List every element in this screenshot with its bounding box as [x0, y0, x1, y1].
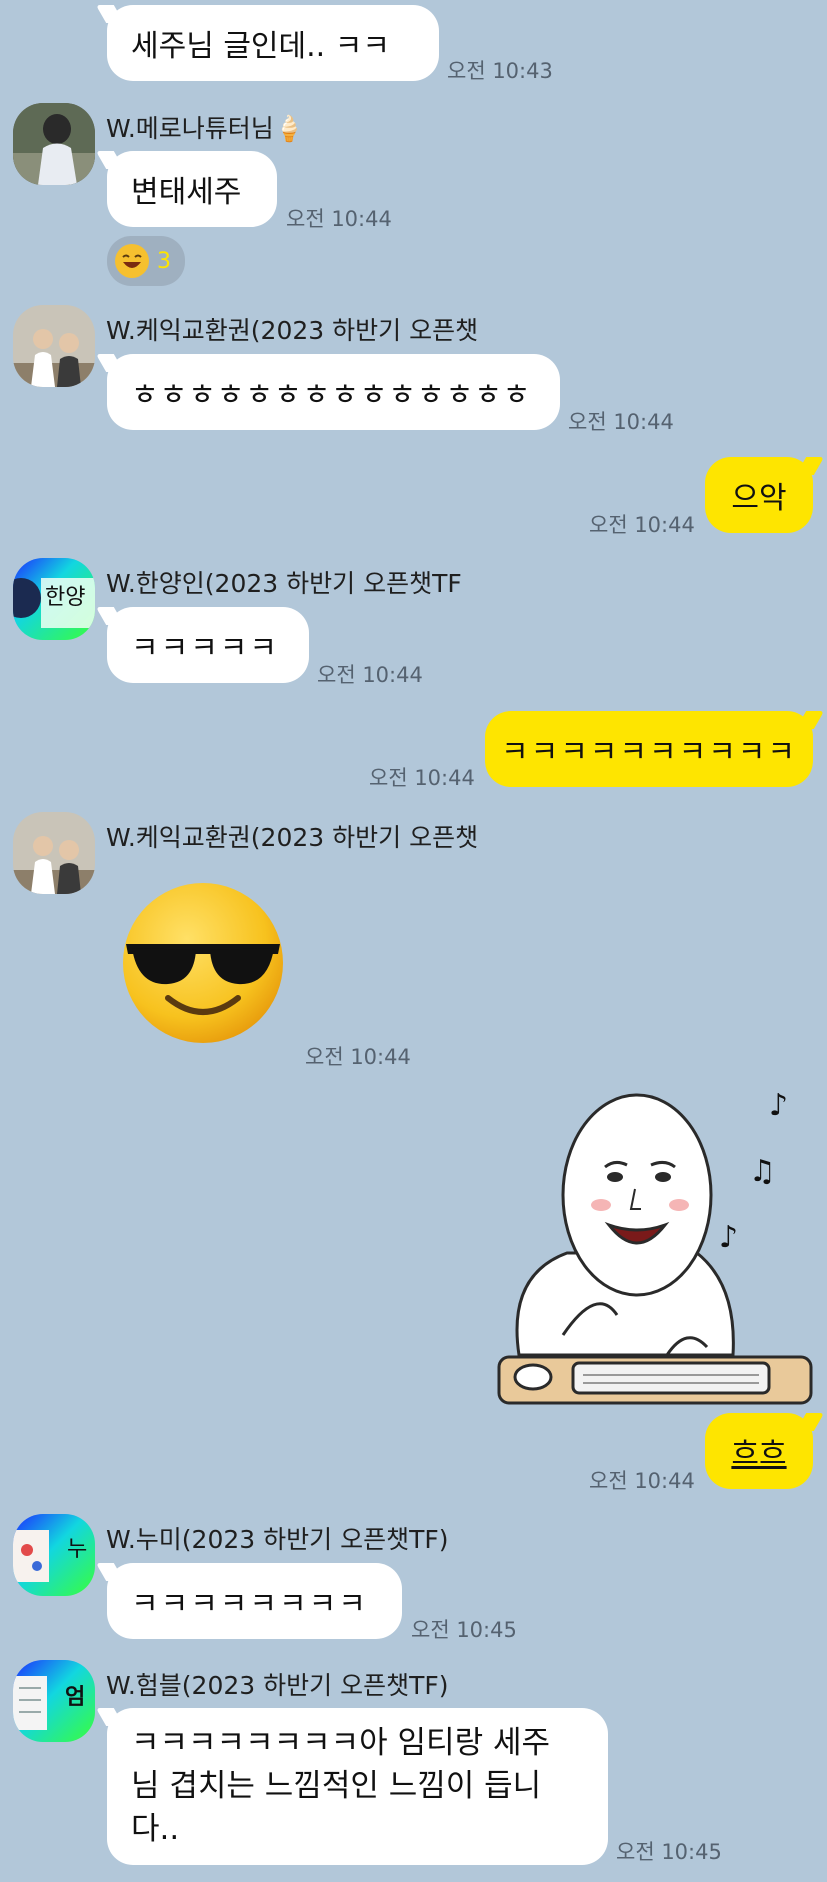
svg-text:한양: 한양 — [45, 585, 85, 610]
sender-name: W.한양인(2023 하반기 오픈챗TF — [106, 569, 462, 598]
sender-name: W.누미(2023 하반기 오픈챗TF) — [106, 1525, 449, 1554]
reaction-count: 3 — [157, 248, 171, 274]
message-bubble[interactable]: ㅋㅋㅋㅋㅋ — [107, 607, 309, 683]
message-text: ㅋㅋㅋㅋㅋㅋㅋㅋㅋㅋ — [501, 735, 797, 770]
message-bubble-outgoing[interactable]: ㅋㅋㅋㅋㅋㅋㅋㅋㅋㅋ — [485, 711, 813, 787]
svg-text:♪: ♪ — [769, 1088, 788, 1123]
message-time: 오전 10:45 — [411, 1618, 517, 1642]
message-text: 세주님 글인데.. ㅋㅋ — [131, 29, 390, 64]
message-text-line: ㅋㅋㅋㅋㅋㅋㅋㅋ아 임티랑 세주 — [131, 1725, 550, 1761]
svg-text:♪: ♪ — [719, 1220, 738, 1255]
message-bubble[interactable]: 변태세주 — [107, 151, 277, 227]
avatar-photo-icon: 한양 — [13, 558, 95, 640]
message-time: 오전 10:44 — [317, 663, 423, 687]
svg-text:♫: ♫ — [749, 1154, 776, 1189]
avatar[interactable]: 한양 — [13, 558, 95, 640]
svg-text:엄: 엄 — [65, 1685, 85, 1710]
message-text: ㅋㅋㅋㅋㅋㅋㅋㅋ — [131, 1587, 368, 1622]
avatar-photo-icon: 누 — [13, 1514, 95, 1596]
avatar-photo-icon: 엄 — [13, 1660, 95, 1742]
avatar[interactable] — [13, 812, 95, 894]
svg-text:누: 누 — [67, 1537, 87, 1562]
sender-name: W.메로나튜터님🍦 — [106, 114, 305, 143]
avatar[interactable]: 누 — [13, 1514, 95, 1596]
message-time: 오전 10:44 — [305, 1045, 411, 1069]
avatar-photo-icon — [13, 812, 95, 894]
message-time: 오전 10:44 — [589, 513, 695, 537]
message-bubble-outgoing[interactable]: 흐흐 — [705, 1413, 813, 1489]
message-text: 흐흐 — [731, 1437, 787, 1472]
avatar-photo-icon — [13, 305, 95, 387]
message-text-line: 님 겹치는 느낌적인 느낌이 듭니 — [131, 1768, 542, 1804]
message-text: ㅋㅋㅋㅋㅋ — [131, 631, 279, 666]
typing-character-sticker[interactable]: ♪ ♫ ♪ — [497, 1085, 813, 1405]
message-bubble[interactable]: 세주님 글인데.. ㅋㅋ — [107, 5, 439, 81]
sender-name: W.험블(2023 하반기 오픈챗TF) — [106, 1671, 449, 1700]
avatar-photo-icon — [13, 103, 95, 185]
message-time: 오전 10:44 — [589, 1469, 695, 1493]
reaction-badge[interactable]: 3 — [107, 236, 185, 286]
sender-name: W.케익교환권(2023 하반기 오픈챗 — [106, 316, 479, 345]
message-bubble[interactable]: ㅎㅎㅎㅎㅎㅎㅎㅎㅎㅎㅎㅎㅎㅎ — [107, 354, 560, 430]
message-bubble[interactable]: ㅋㅋㅋㅋㅋㅋㅋㅋ아 임티랑 세주 님 겹치는 느낌적인 느낌이 듭니 다.. — [107, 1708, 608, 1865]
laughing-face-icon — [115, 244, 149, 278]
message-text: ㅎㅎㅎㅎㅎㅎㅎㅎㅎㅎㅎㅎㅎㅎ — [131, 378, 532, 413]
message-text: 변태세주 — [131, 175, 242, 210]
message-bubble[interactable]: ㅋㅋㅋㅋㅋㅋㅋㅋ — [107, 1563, 402, 1639]
sunglasses-emoji-sticker[interactable] — [118, 878, 288, 1048]
sunglasses-face-icon — [123, 883, 283, 1043]
avatar[interactable] — [13, 103, 95, 185]
avatar[interactable] — [13, 305, 95, 387]
typing-character-icon: ♪ ♫ ♪ — [497, 1088, 813, 1405]
message-text: 으악 — [731, 481, 787, 516]
message-text-line: 다.. — [131, 1811, 180, 1847]
ice-cream-icon: 🍦 — [273, 114, 305, 143]
message-time: 오전 10:43 — [447, 59, 553, 83]
message-time: 오전 10:45 — [616, 1840, 722, 1864]
message-bubble-outgoing[interactable]: 으악 — [705, 457, 813, 533]
message-time: 오전 10:44 — [369, 766, 475, 790]
message-time: 오전 10:44 — [568, 410, 674, 434]
avatar[interactable]: 엄 — [13, 1660, 95, 1742]
sender-name: W.케익교환권(2023 하반기 오픈챗 — [106, 823, 479, 852]
message-time: 오전 10:44 — [286, 207, 392, 231]
